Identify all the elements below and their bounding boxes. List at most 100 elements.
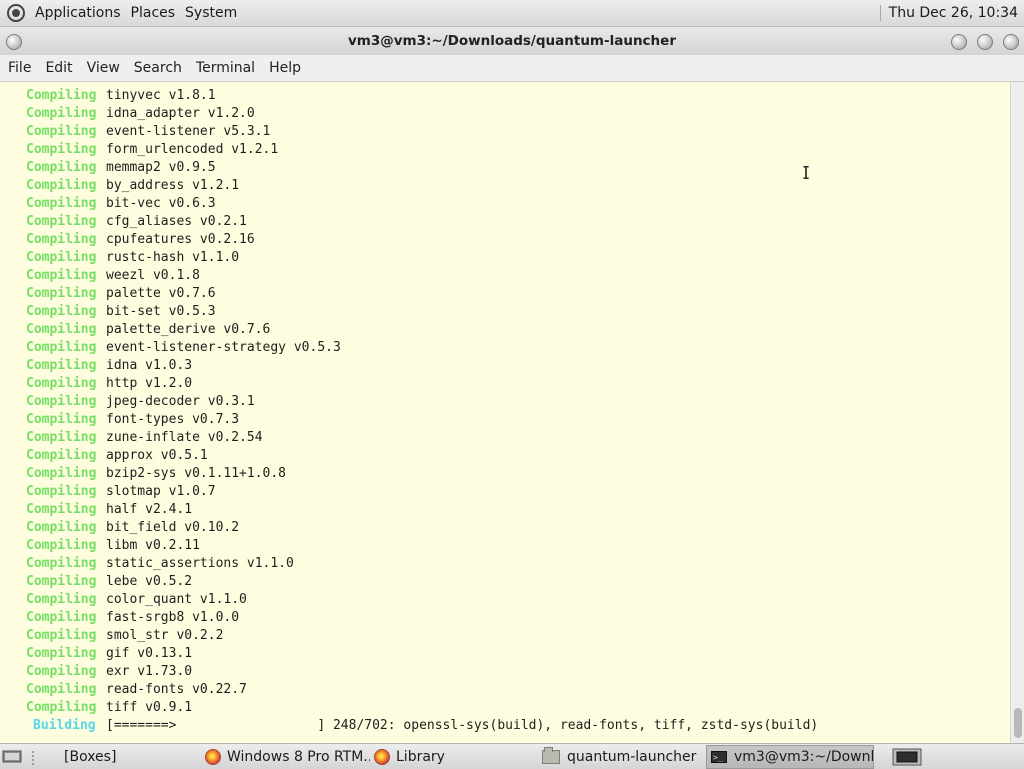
menu-view[interactable]: View [87, 60, 120, 76]
window-titlebar[interactable]: vm3@vm3:~/Downloads/quantum-launcher [0, 27, 1024, 55]
firefox-icon [205, 749, 221, 765]
menu-places[interactable]: Places [131, 5, 176, 21]
compiling-keyword: Compiling [26, 430, 97, 445]
terminal-scrollbar[interactable] [1010, 82, 1024, 743]
terminal-line: Compiling tiff v0.9.1 [26, 699, 192, 717]
compiling-keyword: Compiling [26, 340, 97, 355]
crate-name: event-listener v5.3.1 [106, 124, 271, 139]
panel-separator [879, 5, 881, 21]
taskbar-item-terminal[interactable]: >_ vm3@vm3:~/Downl... [706, 745, 874, 769]
crate-name: memmap2 v0.9.5 [106, 160, 216, 175]
compiling-keyword: Compiling [26, 160, 97, 175]
compiling-keyword: Compiling [26, 178, 97, 193]
workspace-switcher[interactable] [892, 745, 922, 769]
terminal-line: Compiling bit-set v0.5.3 [26, 303, 216, 321]
terminal-line: Compiling rustc-hash v1.1.0 [26, 249, 239, 267]
compiling-keyword: Compiling [26, 322, 97, 337]
crate-name: idna_adapter v1.2.0 [106, 106, 255, 121]
terminal-output[interactable]: Compiling tinyvec v1.8.1 Compiling idna_ada… [0, 82, 1010, 743]
compiling-keyword: Compiling [26, 646, 97, 661]
compiling-keyword: Compiling [26, 700, 97, 715]
terminal-line: Compiling idna v1.0.3 [26, 357, 192, 375]
terminal-window: vm3@vm3:~/Downloads/quantum-launcher Fil… [0, 27, 1024, 743]
taskbar-handle[interactable] [30, 745, 36, 769]
compiling-keyword: Compiling [26, 664, 97, 679]
terminal-line: Compiling bit_field v0.10.2 [26, 519, 239, 537]
menu-search[interactable]: Search [134, 60, 182, 76]
menu-system[interactable]: System [185, 5, 237, 21]
gnome-foot-icon[interactable] [7, 4, 25, 22]
crate-name: rustc-hash v1.1.0 [106, 250, 240, 265]
menu-file[interactable]: File [8, 60, 31, 76]
menu-edit[interactable]: Edit [45, 60, 72, 76]
compiling-keyword: Compiling [26, 196, 97, 211]
terminal-line: Compiling approx v0.5.1 [26, 447, 208, 465]
crate-name: slotmap v1.0.7 [106, 484, 216, 499]
crate-name: read-fonts v0.22.7 [106, 682, 247, 697]
crate-name: tinyvec v1.8.1 [106, 88, 216, 103]
compiling-keyword: Compiling [26, 376, 97, 391]
terminal-line: Compiling event-listener v5.3.1 [26, 123, 270, 141]
compiling-keyword: Compiling [26, 448, 97, 463]
crate-name: color_quant v1.1.0 [106, 592, 247, 607]
terminal-line: Compiling palette v0.7.6 [26, 285, 216, 303]
show-desktop-icon [2, 750, 22, 763]
compiling-keyword: Compiling [26, 88, 97, 103]
menu-help[interactable]: Help [269, 60, 301, 76]
taskbar-item-windows8[interactable]: Windows 8 Pro RTM... [205, 745, 370, 769]
terminal-line: Compiling exr v1.73.0 [26, 663, 192, 681]
scrollbar-thumb[interactable] [1014, 708, 1022, 738]
crate-name: fast-srgb8 v1.0.0 [106, 610, 240, 625]
compiling-keyword: Compiling [26, 502, 97, 517]
compiling-keyword: Compiling [26, 286, 97, 301]
compiling-keyword: Compiling [26, 358, 97, 373]
taskbar-item-library[interactable]: Library [374, 745, 534, 769]
compiling-keyword: Compiling [26, 520, 97, 535]
compiling-keyword: Compiling [26, 106, 97, 121]
menu-terminal[interactable]: Terminal [196, 60, 255, 76]
crate-name: by_address v1.2.1 [106, 178, 240, 193]
terminal-line: Compiling color_quant v1.1.0 [26, 591, 247, 609]
terminal-line: Compiling slotmap v1.0.7 [26, 483, 216, 501]
compiling-keyword: Compiling [26, 394, 97, 409]
crate-name: zune-inflate v0.2.54 [106, 430, 263, 445]
menu-applications[interactable]: Applications [35, 5, 121, 21]
crate-name: approx v0.5.1 [106, 448, 208, 463]
compiling-keyword: Compiling [26, 466, 97, 481]
terminal-line: Compiling half v2.4.1 [26, 501, 192, 519]
top-panel: Applications Places System Thu Dec 26, 1… [0, 0, 1024, 27]
terminal-line: Compiling cfg_aliases v0.2.1 [26, 213, 247, 231]
terminal-line: Compiling libm v0.2.11 [26, 537, 200, 555]
taskbar-item-boxes[interactable]: [Boxes] [60, 745, 200, 769]
terminal-line: Compiling bzip2-sys v0.1.11+1.0.8 [26, 465, 286, 483]
compiling-keyword: Compiling [26, 556, 97, 571]
show-desktop-button[interactable] [2, 745, 22, 769]
crate-name: smol_str v0.2.2 [106, 628, 224, 643]
crate-name: http v1.2.0 [106, 376, 193, 391]
crate-name: bzip2-sys v0.1.11+1.0.8 [106, 466, 287, 481]
terminal-line: Compiling form_urlencoded v1.2.1 [26, 141, 278, 159]
terminal-line: Compiling by_address v1.2.1 [26, 177, 239, 195]
terminal-line: Compiling fast-srgb8 v1.0.0 [26, 609, 239, 627]
crate-name: bit-set v0.5.3 [106, 304, 216, 319]
build-status-line: Building [=======> ] 248/702: openssl-sys… [33, 717, 818, 735]
taskbar-item-files[interactable]: quantum-launcher [542, 745, 700, 769]
taskbar-item-label: Library [396, 749, 445, 765]
taskbar-item-label: [Boxes] [64, 749, 117, 765]
window-menu-button[interactable] [6, 34, 22, 50]
window-title: vm3@vm3:~/Downloads/quantum-launcher [348, 33, 676, 49]
crate-name: jpeg-decoder v0.3.1 [106, 394, 255, 409]
close-button[interactable] [1003, 34, 1019, 50]
panel-clock[interactable]: Thu Dec 26, 10:34 [889, 5, 1018, 21]
terminal-line: Compiling memmap2 v0.9.5 [26, 159, 216, 177]
taskbar-item-label: Windows 8 Pro RTM... [227, 749, 370, 765]
crate-name: bit-vec v0.6.3 [106, 196, 216, 211]
firefox-icon [374, 749, 390, 765]
compiling-keyword: Compiling [26, 592, 97, 607]
minimize-button[interactable] [951, 34, 967, 50]
crate-name: lebe v0.5.2 [106, 574, 193, 589]
crate-name: cpufeatures v0.2.16 [106, 232, 255, 247]
maximize-button[interactable] [977, 34, 993, 50]
compiling-keyword: Compiling [26, 574, 97, 589]
bottom-panel: [Boxes] Windows 8 Pro RTM... Library qua… [0, 743, 1024, 769]
